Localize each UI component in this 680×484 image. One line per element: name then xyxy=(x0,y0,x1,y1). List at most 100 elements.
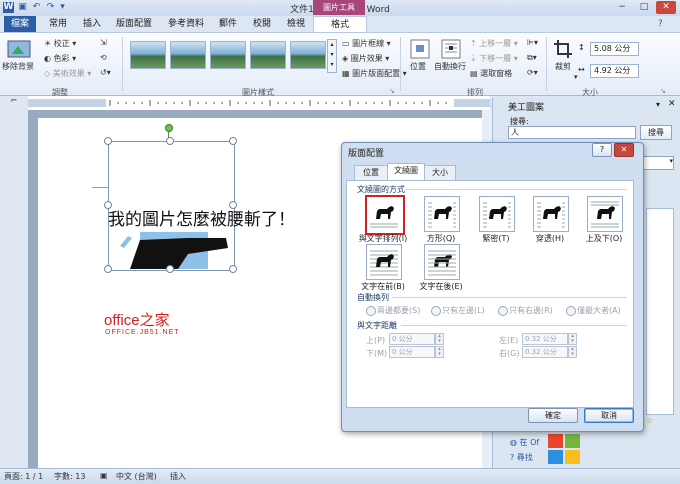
picture-style-thumb[interactable] xyxy=(130,41,166,69)
ok-button[interactable]: 確定 xyxy=(528,408,578,423)
remove-background-icon[interactable] xyxy=(6,39,32,59)
pane-results-list[interactable] xyxy=(646,208,674,415)
pane-link-find[interactable]: ? 尋找 xyxy=(510,452,533,463)
position-icon[interactable] xyxy=(409,39,431,59)
position-button[interactable]: 位置 xyxy=(410,61,426,72)
radio-left-only[interactable] xyxy=(431,306,441,316)
tab-page-layout[interactable]: 版面配置 xyxy=(112,16,156,32)
maximize-button[interactable]: □ xyxy=(634,1,654,14)
artistic-effects-button[interactable]: ◇ 美術效果 ▾ xyxy=(44,68,91,79)
wrap-text-icon[interactable] xyxy=(440,39,462,59)
dialog-launcher-icon[interactable]: ↘ xyxy=(389,87,395,95)
send-backward-label: 下移一層 xyxy=(479,54,512,63)
tab-insert[interactable]: 插入 xyxy=(78,16,106,32)
align-icon[interactable]: ⊫▾ xyxy=(527,38,538,47)
wrap-option-behind-text[interactable] xyxy=(366,244,402,280)
remove-background-button[interactable]: 移除背景 xyxy=(2,61,34,72)
width-field[interactable]: 4.92 公分 xyxy=(590,64,639,78)
group-icon[interactable]: ⧉▾ xyxy=(527,53,537,63)
selection-pane-button[interactable]: ▤ 選取窗格 xyxy=(470,68,512,79)
reset-picture-icon[interactable]: ↺▾ xyxy=(100,68,111,77)
tab-mailings[interactable]: 郵件 xyxy=(214,16,242,32)
picture-effects-button[interactable]: ◈ 圖片效果 ▾ xyxy=(342,53,389,64)
send-backward-button[interactable]: ⇣ 下移一層 ▾ xyxy=(470,53,518,64)
resize-handle-top[interactable] xyxy=(166,137,174,145)
distance-right-field[interactable]: 0.32 公分 xyxy=(522,346,568,358)
resize-handle-br[interactable] xyxy=(229,265,237,273)
resize-handle-tr[interactable] xyxy=(229,137,237,145)
pane-dropdown[interactable]: ▾ xyxy=(642,156,674,170)
wrap-option-tight[interactable] xyxy=(479,196,515,232)
size-dialog-launcher-icon[interactable]: ↘ xyxy=(660,87,666,95)
dialog-help-button[interactable]: ? xyxy=(592,143,612,157)
tab-file[interactable]: 檔案 xyxy=(4,16,36,32)
tab-selector-icon[interactable]: ⌐ xyxy=(0,96,28,110)
height-field[interactable]: 5.08 公分 xyxy=(590,42,639,56)
picture-style-thumb[interactable] xyxy=(170,41,206,69)
distance-left-label: 左(E) xyxy=(499,336,519,345)
tab-home[interactable]: 常用 xyxy=(44,16,72,32)
tab-format[interactable]: 格式 xyxy=(313,16,367,32)
wrap-option-inline[interactable] xyxy=(365,195,405,235)
pane-menu-icon[interactable]: ▾ xyxy=(656,100,660,109)
distance-top-spinner[interactable]: ▴ ▾ xyxy=(435,333,444,345)
wrap-text-button[interactable]: 自動換行 xyxy=(434,61,466,72)
resize-handle-bottom[interactable] xyxy=(166,265,174,273)
vertical-ruler[interactable] xyxy=(0,110,28,468)
crop-dropdown-icon[interactable]: ▾ xyxy=(574,73,578,81)
minimize-button[interactable]: − xyxy=(612,1,632,14)
radio-both-sides[interactable] xyxy=(366,306,376,316)
document-heading[interactable]: 我的圖片怎麼被腰斬了！ xyxy=(108,205,295,230)
cancel-button[interactable]: 取消 xyxy=(584,408,634,423)
dialog-tab-position[interactable]: 位置 xyxy=(354,165,388,181)
bring-forward-button[interactable]: ⇡ 上移一層 ▾ xyxy=(470,38,518,49)
color-button[interactable]: ◐ 色彩 ▾ xyxy=(44,53,76,64)
tab-references[interactable]: 參考資料 xyxy=(164,16,208,32)
horizontal-ruler[interactable] xyxy=(28,96,490,111)
gallery-scroll[interactable]: ▴ ▾ ▾ xyxy=(327,39,337,73)
rotation-handle[interactable] xyxy=(165,124,173,132)
picture-style-thumb[interactable] xyxy=(210,41,246,69)
wrap-option-label: 穿透(H) xyxy=(535,234,565,243)
tab-view[interactable]: 檢視 xyxy=(282,16,310,32)
distance-bottom-field[interactable]: 0 公分 xyxy=(389,346,435,358)
proofing-icon[interactable]: ▣ xyxy=(100,471,108,480)
wrap-option-square[interactable] xyxy=(424,196,460,232)
compress-icon[interactable]: ⇲ xyxy=(100,38,107,47)
pane-close-icon[interactable]: ✕ xyxy=(668,99,676,109)
crop-button[interactable]: 裁剪 xyxy=(555,61,571,72)
resize-handle-tl[interactable] xyxy=(104,137,112,145)
change-picture-icon[interactable]: ⟲ xyxy=(100,53,107,62)
radio-largest-only[interactable] xyxy=(566,306,576,316)
corrections-button[interactable]: ☀ 校正 ▾ xyxy=(44,38,76,49)
picture-style-thumb[interactable] xyxy=(290,41,326,69)
picture-layout-button[interactable]: ▦ 圖片版面配置 ▾ xyxy=(342,68,407,79)
picture-border-button[interactable]: ▭ 圖片框線 ▾ xyxy=(342,38,391,49)
pane-star-icon[interactable]: ☆ xyxy=(646,416,656,426)
status-page[interactable]: 頁面: 1 / 1 xyxy=(4,471,43,482)
crop-icon[interactable] xyxy=(553,39,573,59)
distance-right-spinner[interactable]: ▴ ▾ xyxy=(568,346,577,358)
picture-style-thumb[interactable] xyxy=(250,41,286,69)
distance-left-field[interactable]: 0.32 公分 xyxy=(522,333,568,345)
dialog-close-button[interactable]: ✕ xyxy=(614,143,634,157)
wrap-option-top-bottom[interactable] xyxy=(587,196,623,232)
dialog-tab-size[interactable]: 大小 xyxy=(424,165,456,181)
pane-search-input[interactable]: 人 xyxy=(508,126,636,139)
wrap-option-in-front[interactable] xyxy=(424,244,460,280)
resize-handle-bl[interactable] xyxy=(104,265,112,273)
distance-top-field[interactable]: 0 公分 xyxy=(389,333,435,345)
tab-review[interactable]: 校閱 xyxy=(248,16,276,32)
pane-search-button[interactable]: 搜尋 xyxy=(640,125,672,140)
distance-left-spinner[interactable]: ▴ ▾ xyxy=(568,333,577,345)
pane-link-online[interactable]: ◍ 在 Of xyxy=(510,437,539,448)
radio-right-only[interactable] xyxy=(498,306,508,316)
status-mode[interactable]: 插入 xyxy=(170,471,186,482)
help-icon[interactable]: ? xyxy=(658,19,663,29)
rotate-icon[interactable]: ⟳▾ xyxy=(527,68,538,77)
wrap-option-through[interactable] xyxy=(533,196,569,232)
status-language[interactable]: 中文 (台灣) xyxy=(116,471,157,482)
distance-bottom-spinner[interactable]: ▴ ▾ xyxy=(435,346,444,358)
close-window-button[interactable]: ✕ xyxy=(656,1,676,14)
status-words[interactable]: 字數: 13 xyxy=(54,471,85,482)
